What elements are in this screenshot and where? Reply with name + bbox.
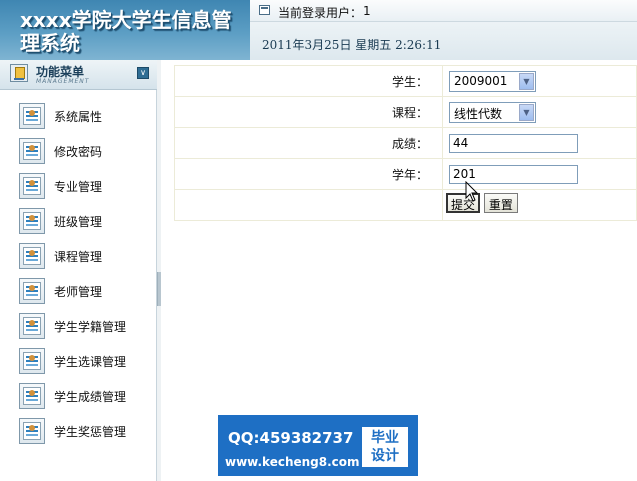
sidebar-item-teacher-management[interactable]: 老师管理 (0, 275, 157, 307)
form-row-score: 成绩： 44 (174, 127, 637, 159)
mouse-cursor-icon (465, 181, 479, 202)
menu-subtitle: MANAGEMENT (36, 78, 90, 85)
document-icon (19, 138, 45, 164)
app-header: xxxx学院大学生信息管理系统 当前登录用户： 1 2011年3月25日 星期五… (0, 0, 637, 60)
reset-button[interactable]: 重置 (483, 193, 518, 213)
watermark-badge: 毕业 设计 (362, 427, 408, 467)
sidebar-item-class-management[interactable]: 班级管理 (0, 205, 157, 237)
form-row-year: 学年： 201 (174, 158, 637, 190)
chevron-down-icon[interactable]: ▼ (519, 72, 534, 90)
student-label: 学生： (174, 65, 443, 97)
sidebar-item-change-password[interactable]: 修改密码 (0, 135, 157, 167)
document-icon (19, 383, 45, 409)
document-icon (19, 418, 45, 444)
sidebar-item-label: 系统属性 (54, 110, 103, 124)
sidebar-item-label: 专业管理 (54, 180, 103, 194)
sidebar-item-label: 修改密码 (54, 145, 103, 159)
document-icon (19, 243, 45, 269)
score-form: 学生： 2009001 ▼ 课程： 线性代数 ▼ 成绩： 44 学年： 201 … (174, 65, 637, 221)
form-row-course: 课程： 线性代数 ▼ (174, 96, 637, 128)
menu-header: 功能菜单 MANAGEMENT ∨ (0, 60, 157, 90)
current-datetime: 2011年3月25日 星期五 2:26:11 (262, 38, 442, 52)
document-icon (19, 208, 45, 234)
sidebar-item-course-management[interactable]: 课程管理 (0, 240, 157, 272)
sidebar-item-label: 学生选课管理 (54, 355, 127, 369)
course-select-value: 线性代数 (454, 106, 503, 121)
sidebar-item-major-management[interactable]: 专业管理 (0, 170, 157, 202)
current-user-label: 当前登录用户： (278, 6, 363, 20)
year-label: 学年： (174, 158, 443, 190)
sidebar-item-label: 学生成绩管理 (54, 390, 127, 404)
course-select[interactable]: 线性代数 ▼ (449, 101, 536, 123)
watermark-banner: QQ:459382737 www.kecheng8.com 毕业 设计 (218, 415, 418, 476)
sidebar-item-label: 老师管理 (54, 285, 103, 299)
user-window-icon (259, 5, 270, 15)
menu-book-icon (10, 64, 28, 82)
user-bar: 当前登录用户： 1 (250, 0, 637, 22)
sidebar-item-label: 课程管理 (54, 250, 103, 264)
sidebar-item-label: 班级管理 (54, 215, 103, 229)
watermark-badge-line1: 毕业 (371, 430, 399, 446)
form-row-student: 学生： 2009001 ▼ (174, 65, 637, 97)
watermark-site: www.kecheng8.com (225, 455, 360, 469)
sidebar: 功能菜单 MANAGEMENT ∨ 系统属性 修改密码 专业管理 班级管理 课程… (0, 60, 157, 481)
form-row-actions: 提交 重置 (174, 189, 637, 221)
score-label: 成绩： (174, 127, 443, 159)
document-icon (19, 313, 45, 339)
document-icon (19, 173, 45, 199)
course-label: 课程： (174, 96, 443, 128)
score-input[interactable]: 44 (449, 133, 578, 153)
sidebar-item-student-records[interactable]: 学生学籍管理 (0, 310, 157, 342)
student-select-value: 2009001 (454, 73, 508, 88)
sidebar-item-label: 学生奖惩管理 (54, 425, 127, 439)
chevron-down-icon[interactable]: ▼ (519, 103, 534, 121)
sidebar-item-rewards-management[interactable]: 学生奖惩管理 (0, 415, 157, 447)
sidebar-item-label: 学生学籍管理 (54, 320, 127, 334)
document-icon (19, 103, 45, 129)
sidebar-item-score-management[interactable]: 学生成绩管理 (0, 380, 157, 412)
app-title: xxxx学院大学生信息管理系统 (20, 8, 232, 55)
sidebar-item-course-selection[interactable]: 学生选课管理 (0, 345, 157, 377)
watermark-badge-line2: 设计 (371, 448, 399, 464)
student-select[interactable]: 2009001 ▼ (449, 70, 536, 92)
current-user-value: 1 (363, 4, 371, 18)
sidebar-item-system-properties[interactable]: 系统属性 (0, 100, 157, 132)
collapse-chevron-icon[interactable]: ∨ (137, 67, 149, 79)
document-icon (19, 278, 45, 304)
app-logo: xxxx学院大学生信息管理系统 (0, 0, 250, 60)
watermark-qq: QQ:459382737 (228, 429, 354, 447)
document-icon (19, 348, 45, 374)
